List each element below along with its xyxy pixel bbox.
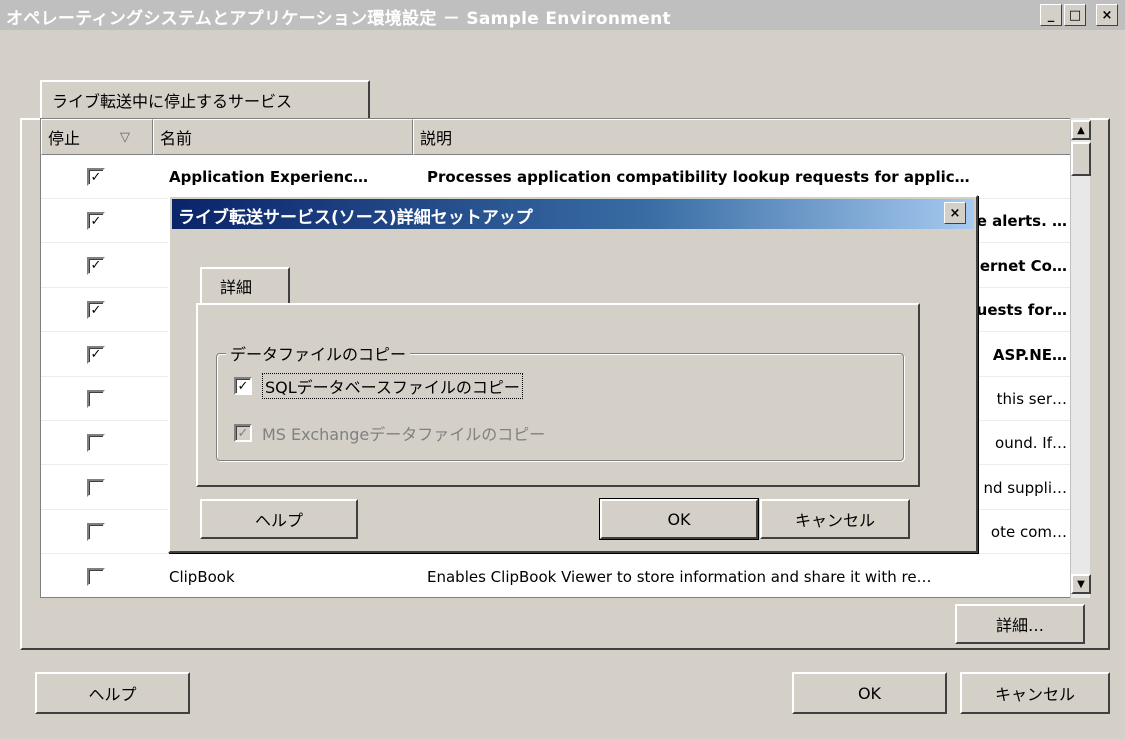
- sql-copy-checkbox[interactable]: ✓: [234, 377, 252, 395]
- exchange-copy-checkbox: ✓: [234, 424, 252, 442]
- scroll-down-button[interactable]: ▼: [1071, 574, 1091, 594]
- dialog-tab-details[interactable]: 詳細: [200, 267, 290, 305]
- exchange-copy-label: MS Exchangeデータファイルのコピー: [262, 425, 546, 444]
- table-row[interactable]: ClipBook Enables ClipBook Viewer to store…: [41, 555, 1071, 597]
- cancel-button[interactable]: キャンセル: [960, 672, 1110, 714]
- group-label: データファイルのコピー: [226, 341, 411, 365]
- stop-checkbox[interactable]: ✓: [87, 256, 105, 275]
- stop-checkbox[interactable]: ✓: [87, 168, 105, 186]
- table-row[interactable]: ✓ Application Experienc… Processes applica…: [41, 155, 1071, 199]
- ok-button[interactable]: OK: [792, 672, 947, 714]
- column-label-stop: 停止: [48, 129, 81, 148]
- service-name: Application Experienc…: [169, 168, 369, 186]
- service-name: ClipBook: [169, 567, 235, 586]
- sql-copy-option[interactable]: ✓ SQLデータベースファイルのコピー: [234, 373, 523, 399]
- maximize-button[interactable]: □: [1064, 4, 1086, 26]
- stop-checkbox[interactable]: ✓: [87, 212, 105, 231]
- dialog-ok-button[interactable]: OK: [599, 498, 759, 540]
- window-title: オペレーティングシステムとアプリケーション環境設定 － Sample Envir…: [6, 9, 671, 29]
- sql-copy-label: SQLデータベースファイルのコピー: [262, 373, 523, 399]
- dialog-cancel-button[interactable]: キャンセル: [760, 499, 910, 539]
- window-title-bar[interactable]: オペレーティングシステムとアプリケーション環境設定 － Sample Envir…: [0, 0, 1125, 30]
- stop-checkbox[interactable]: [87, 478, 105, 497]
- stop-checkbox[interactable]: ✓: [87, 301, 105, 320]
- service-description: Processes application compatibility look…: [427, 168, 970, 186]
- scroll-up-button[interactable]: ▲: [1071, 120, 1091, 140]
- service-description: Enables ClipBook Viewer to store informa…: [427, 567, 932, 586]
- sort-icon: ▽: [120, 129, 131, 145]
- exchange-copy-option: ✓ MS Exchangeデータファイルのコピー: [234, 421, 545, 445]
- column-header-name[interactable]: 名前: [153, 119, 413, 155]
- details-setup-dialog: ライブ転送サービス(ソース)詳細セットアップ × 詳細 データファイルのコピー …: [168, 195, 978, 553]
- details-button[interactable]: 詳細…: [955, 604, 1085, 644]
- close-button[interactable]: ×: [1096, 4, 1118, 26]
- list-scrollbar[interactable]: ▲ ▼: [1070, 118, 1091, 598]
- help-button[interactable]: ヘルプ: [35, 672, 190, 714]
- column-header-stop[interactable]: 停止 ▽: [41, 119, 153, 155]
- dialog-title-bar[interactable]: ライブ転送サービス(ソース)詳細セットアップ ×: [172, 199, 974, 229]
- scroll-thumb[interactable]: [1071, 142, 1091, 176]
- column-header-description[interactable]: 説明: [413, 119, 1071, 155]
- tab-services[interactable]: ライブ転送中に停止するサービス: [40, 80, 370, 120]
- dialog-help-button[interactable]: ヘルプ: [200, 499, 358, 539]
- minimize-button[interactable]: _: [1040, 4, 1062, 26]
- dialog-title: ライブ転送サービス(ソース)詳細セットアップ: [178, 208, 533, 228]
- dialog-close-button[interactable]: ×: [944, 202, 966, 224]
- stop-checkbox[interactable]: [87, 434, 105, 453]
- stop-checkbox[interactable]: [87, 390, 105, 408]
- stop-checkbox[interactable]: ✓: [87, 345, 105, 364]
- stop-checkbox[interactable]: [87, 523, 105, 542]
- stop-checkbox[interactable]: [87, 567, 105, 586]
